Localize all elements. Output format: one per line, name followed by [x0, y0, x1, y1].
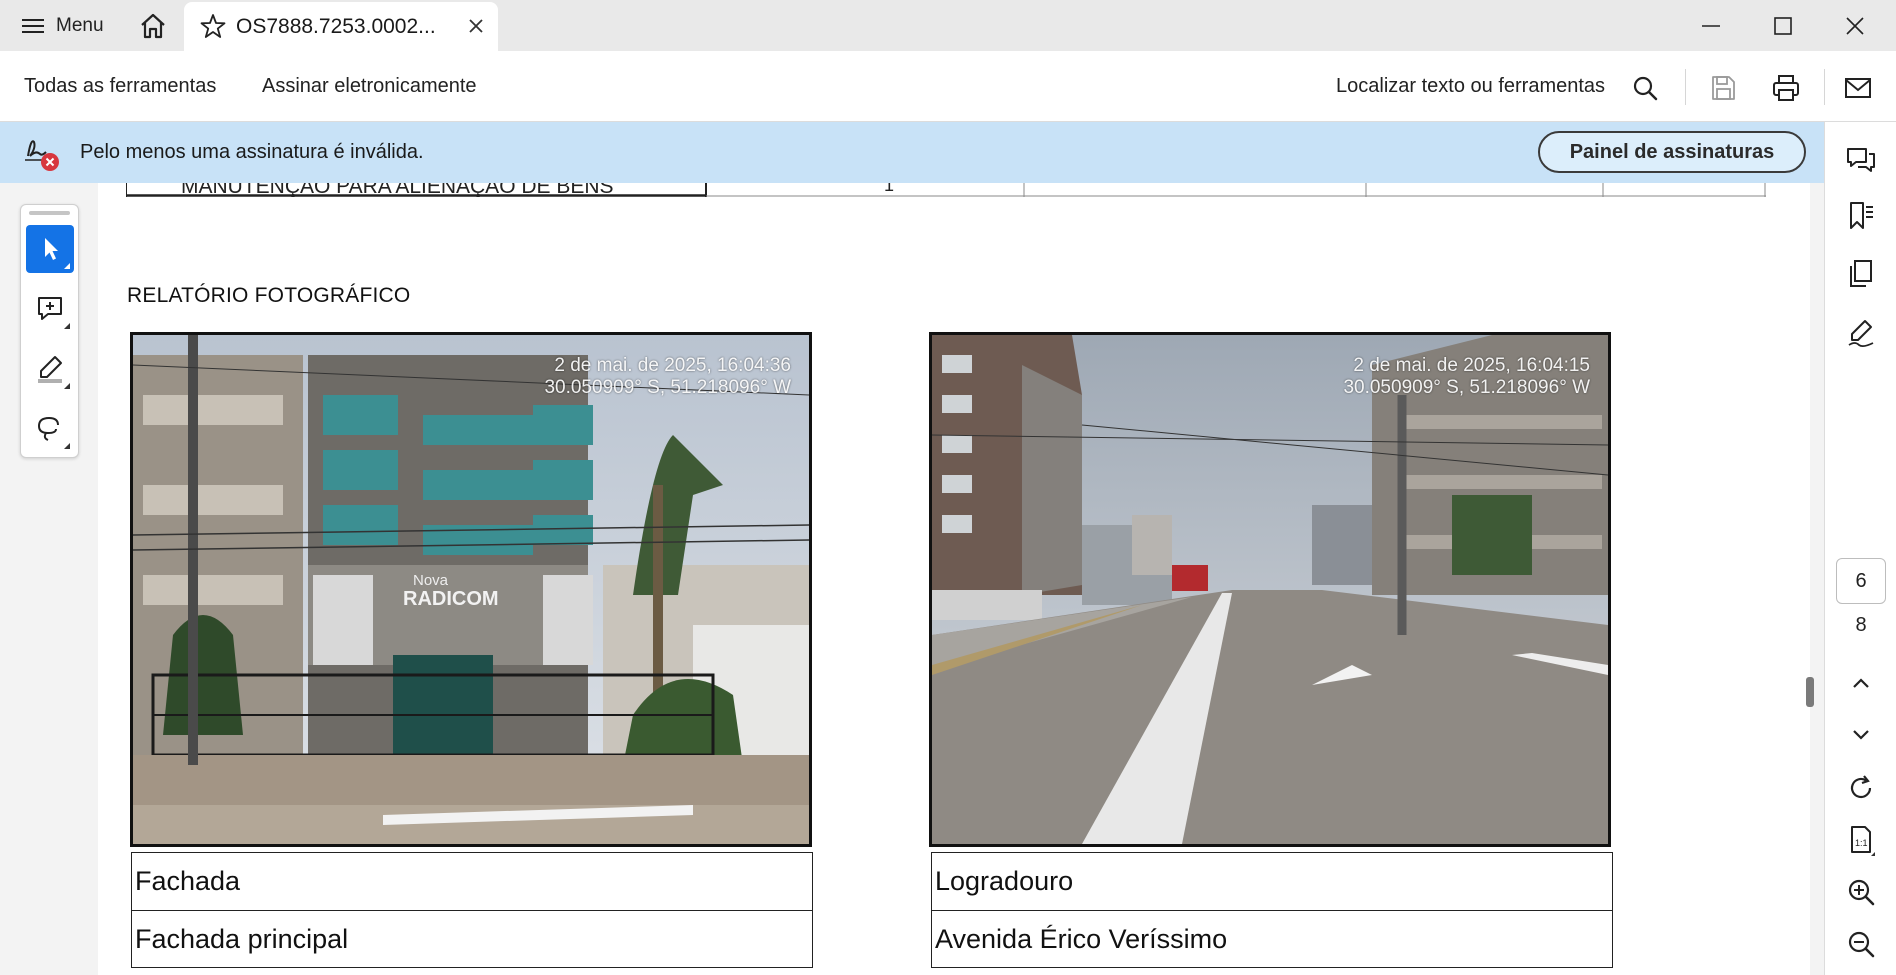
previous-table-text: MANUTENÇÃO PARA ALIENAÇÃO DE BENS [181, 183, 614, 197]
facade-photo-coordinates: 30.050909° S, 51.218096° W [544, 377, 791, 398]
pages-thumbnails-icon[interactable] [1843, 256, 1879, 292]
invalid-signature-icon [25, 140, 59, 171]
street-caption-label: Logradouro [935, 866, 1074, 896]
home-icon [141, 13, 165, 39]
hamburger-icon [22, 18, 44, 34]
save-icon[interactable] [1708, 73, 1738, 103]
maximize-icon[interactable] [1769, 12, 1797, 40]
highlight-tool-button[interactable] [26, 345, 74, 393]
all-tools-button[interactable]: Todas as ferramentas [24, 75, 216, 98]
previous-table-fragment: MANUTENÇÃO PARA ALIENAÇÃO DE BENS 1 [126, 183, 1766, 197]
facade-sign-line1: Nova [413, 572, 449, 589]
star-icon[interactable] [200, 13, 226, 39]
facade-caption-table: Fachada Fachada principal [131, 852, 813, 968]
current-page-input[interactable]: 6 [1836, 558, 1886, 604]
toolbar-divider [1685, 69, 1686, 105]
menu-button[interactable]: Menu [22, 12, 104, 40]
vertical-scrollbar-thumb[interactable] [1806, 677, 1814, 707]
fit-page-icon[interactable]: 1:1 [1843, 822, 1879, 858]
facade-caption-label: Fachada [135, 866, 241, 896]
find-text-or-tools[interactable]: Localizar texto ou ferramentas [1336, 75, 1605, 98]
street-caption-value: Avenida Érico Veríssimo [932, 910, 1612, 967]
draw-tool-button[interactable] [26, 405, 74, 453]
street-photo-timestamp: 2 de mai. de 2025, 16:04:15 [1353, 355, 1590, 376]
comments-icon[interactable] [1843, 142, 1879, 178]
chevron-up-icon[interactable] [1843, 666, 1879, 702]
search-icon[interactable] [1630, 73, 1660, 103]
street-caption-table: Logradouro Avenida Érico Veríssimo [931, 852, 1613, 968]
photo-report-heading: RELATÓRIO FOTOGRÁFICO [127, 284, 411, 307]
title-bar: Menu OS7888.7253.0002... [0, 0, 1896, 51]
signature-status-banner: Pelo menos uma assinatura é inválida. Pa… [0, 122, 1824, 183]
sign-electronically-button[interactable]: Assinar eletronicamente [262, 75, 477, 98]
signature-panel-button[interactable]: Painel de assinaturas [1538, 131, 1806, 173]
add-comment-tool-button[interactable] [26, 285, 74, 333]
previous-table-cell: 1 [884, 183, 894, 195]
zoom-out-icon[interactable] [1843, 926, 1879, 962]
facade-photo-image: Nova RADICOM [133, 335, 809, 844]
facade-photo-timestamp: 2 de mai. de 2025, 16:04:36 [554, 355, 791, 376]
facade-sign-line2: RADICOM [403, 588, 499, 610]
svg-text:1:1: 1:1 [1855, 838, 1868, 848]
total-pages: 8 [1855, 614, 1867, 636]
photo-facade: Nova RADICOM 2 de mai. de 2025, 16:04:36… [130, 332, 812, 847]
document-tab[interactable]: OS7888.7253.0002... [184, 2, 498, 51]
print-icon[interactable] [1771, 73, 1801, 103]
facade-caption-value: Fachada principal [132, 910, 812, 967]
main-toolbar: Todas as ferramentas Assinar eletronicam… [0, 51, 1896, 122]
tab-title: OS7888.7253.0002... [236, 15, 436, 38]
street-photo-image [932, 335, 1608, 844]
photo-street: 2 de mai. de 2025, 16:04:15 30.050909° S… [929, 332, 1611, 847]
right-side-rail: 6 8 1:1 [1824, 122, 1896, 975]
mail-icon[interactable] [1843, 73, 1873, 103]
zoom-in-icon[interactable] [1843, 874, 1879, 910]
quick-tools-palette [20, 204, 79, 458]
bookmarks-icon[interactable] [1843, 198, 1879, 234]
menu-label: Menu [56, 15, 104, 36]
fill-and-sign-icon[interactable] [1843, 314, 1879, 350]
chevron-down-icon[interactable] [1843, 716, 1879, 752]
rotate-icon[interactable] [1843, 770, 1879, 806]
close-window-icon[interactable] [1841, 12, 1869, 40]
signature-status-message: Pelo menos uma assinatura é inválida. [80, 141, 424, 163]
minimize-icon[interactable] [1697, 12, 1725, 40]
home-button[interactable] [138, 12, 168, 40]
street-photo-coordinates: 30.050909° S, 51.218096° W [1343, 377, 1590, 398]
toolbar-divider [1824, 69, 1825, 105]
palette-drag-handle[interactable] [29, 211, 70, 215]
close-tab-icon[interactable] [467, 17, 485, 35]
select-tool-button[interactable] [26, 225, 74, 273]
